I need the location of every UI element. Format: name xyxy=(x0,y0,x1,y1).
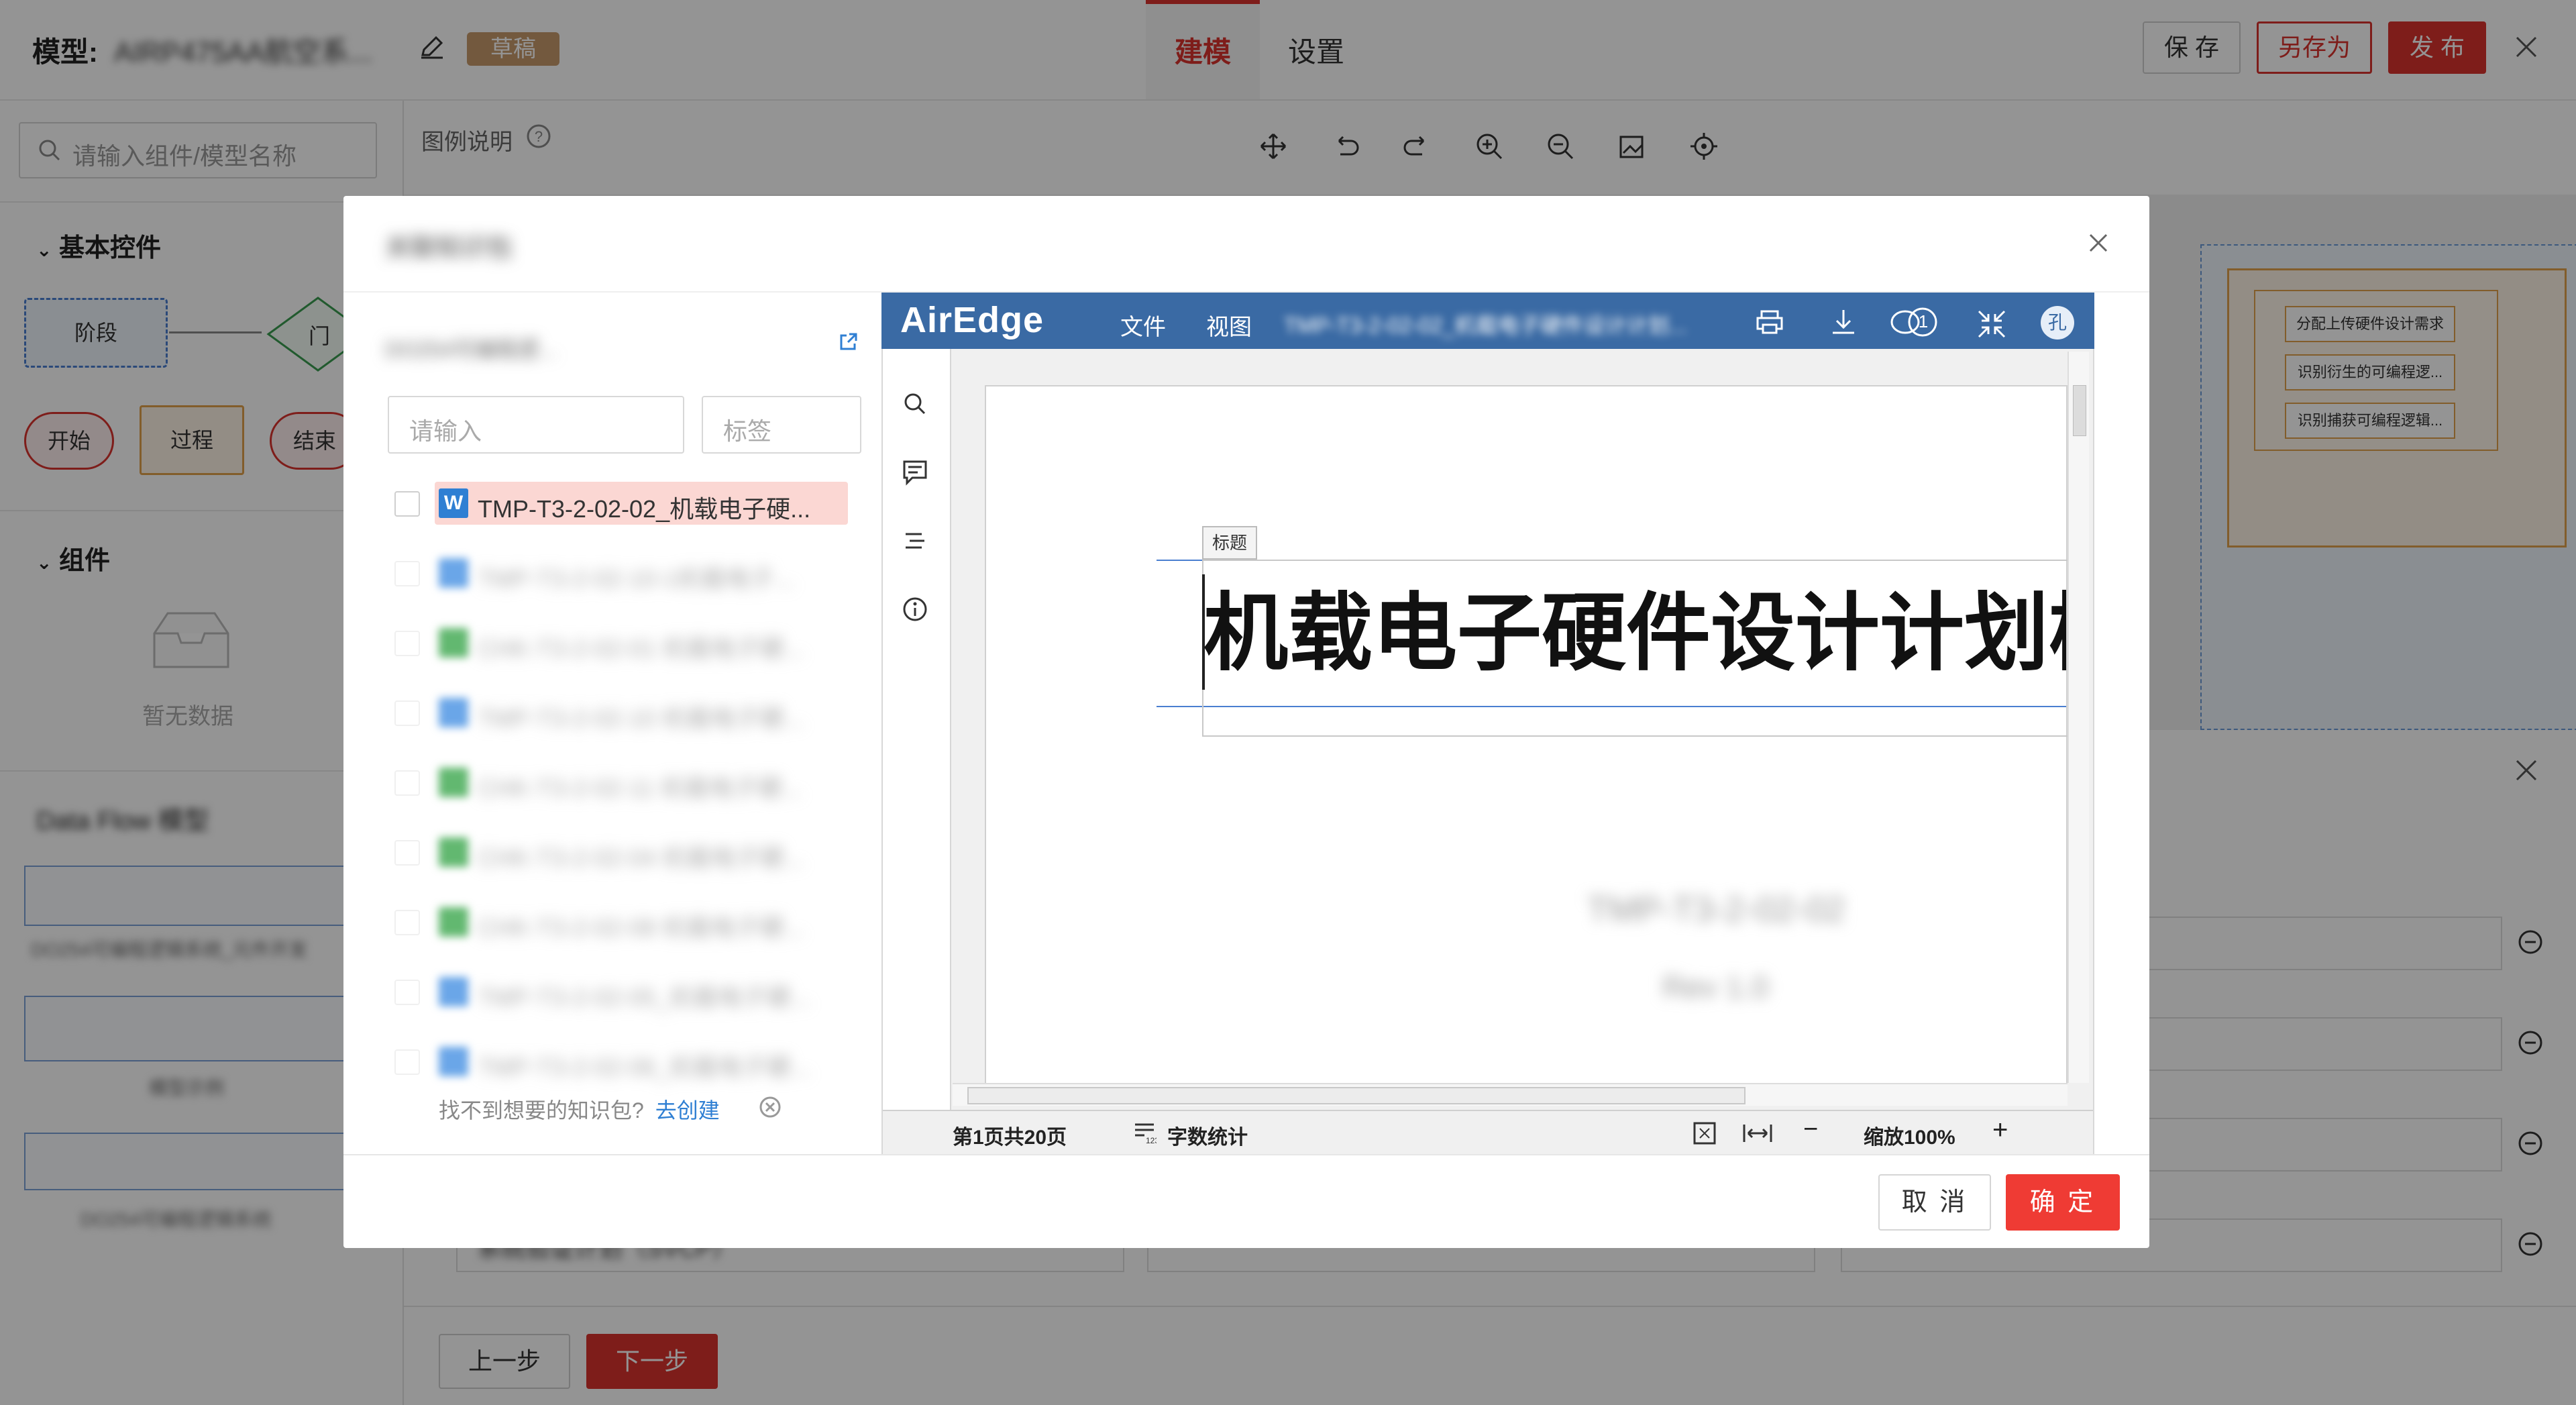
horizontal-scrollbar[interactable] xyxy=(953,1083,2068,1106)
excel-file-icon xyxy=(439,768,468,797)
cancel-button[interactable]: 取 消 xyxy=(1878,1174,1991,1231)
word-file-icon: W xyxy=(439,488,468,518)
zoom-in-button[interactable]: + xyxy=(1992,1115,2008,1145)
fit-page-icon[interactable] xyxy=(1692,1121,1717,1146)
tag-placeholder: 标签 xyxy=(723,417,772,445)
search-icon[interactable] xyxy=(902,391,928,417)
vertical-scrollbar[interactable] xyxy=(2068,352,2089,1083)
comment-icon[interactable] xyxy=(902,459,928,486)
svg-text:123: 123 xyxy=(1146,1136,1157,1145)
file-checkbox[interactable] xyxy=(394,561,420,586)
menu-file[interactable]: 文件 xyxy=(1120,309,1166,342)
search-placeholder: 请输入 xyxy=(409,417,482,445)
file-name: CHK-T3-2-02-04 机载电子硬... xyxy=(478,844,804,872)
list-item[interactable]: CHK-T3-2-02-11 机载电子硬... xyxy=(388,761,857,804)
file-checkbox[interactable] xyxy=(394,631,420,656)
file-checkbox[interactable] xyxy=(394,980,420,1005)
outline-icon[interactable] xyxy=(902,527,928,554)
file-name: TMP-T3-2-02-05_机载电子硬... xyxy=(478,984,811,1011)
scroll-thumb[interactable] xyxy=(967,1087,1746,1104)
list-item[interactable]: CHK-T3-2-02-01 机载电子硬... xyxy=(388,621,857,664)
list-item[interactable]: W TMP-T3-2-02-02_机载电子硬... xyxy=(388,482,857,525)
comment-count: 1 xyxy=(1918,311,1929,331)
file-checkbox[interactable] xyxy=(394,700,420,726)
file-checkbox[interactable] xyxy=(394,910,420,935)
document-code: TMP-T3-2-02-02 xyxy=(1587,890,1845,929)
file-checkbox[interactable] xyxy=(394,1049,420,1075)
menu-view[interactable]: 视图 xyxy=(1206,309,1252,342)
excel-file-icon xyxy=(439,837,468,867)
document-revision: Rev 1.0 xyxy=(1662,970,1769,1004)
scroll-thumb[interactable] xyxy=(2073,385,2086,436)
print-icon[interactable] xyxy=(1755,307,1784,337)
doc-heading-clip: 机载电子硬件设计计划模 xyxy=(1203,580,2066,687)
viewer-statusbar: 第1页共20页 123 字数统计 − 缩放100% + xyxy=(883,1110,2093,1154)
file-name: CHK-T3-2-02-11 机载电子硬... xyxy=(478,774,802,802)
file-name: TMP-T3-2-02-10 机载电子硬... xyxy=(478,705,804,732)
dialog-footer-divider xyxy=(343,1154,2149,1155)
file-name: CHK-T3-2-02-08 机载电子硬... xyxy=(478,914,804,941)
excel-file-icon xyxy=(439,628,468,658)
file-checkbox[interactable] xyxy=(394,491,420,517)
file-name: TMP-T3-2-02-02_机载电子硬... xyxy=(478,495,811,523)
document-heading: 机载电子硬件设计计划模 xyxy=(1203,584,2066,682)
list-item[interactable]: CHK-T3-2-02-08 机载电子硬... xyxy=(388,900,857,943)
word-file-icon xyxy=(439,977,468,1006)
excel-file-icon xyxy=(439,907,468,937)
knowledge-search-input[interactable]: 请输入 xyxy=(388,396,684,454)
word-count-button[interactable]: 字数统计 xyxy=(1167,1121,1248,1150)
collapse-icon[interactable] xyxy=(1975,307,2008,341)
not-found-text: 找不到想要的知识包? 去创建 xyxy=(439,1098,720,1123)
list-item[interactable]: TMP-T3-2-02-10-1机载电子... xyxy=(388,552,857,594)
word-count-icon[interactable]: 123 xyxy=(1132,1121,1157,1145)
create-link[interactable]: 去创建 xyxy=(655,1098,720,1123)
word-file-icon xyxy=(439,698,468,727)
list-item[interactable]: TMP-T3-2-02-06_机载电子硬... xyxy=(388,1040,857,1083)
list-item[interactable]: TMP-T3-2-02-10 机载电子硬... xyxy=(388,691,857,734)
open-external-icon[interactable] xyxy=(837,331,859,353)
file-name: TMP-T3-2-02-06_机载电子硬... xyxy=(478,1053,811,1081)
dialog-title: 关联知识包 xyxy=(385,234,513,262)
tag-filter-input[interactable]: 标签 xyxy=(702,396,861,454)
zoom-out-button[interactable]: − xyxy=(1803,1115,1818,1144)
file-checkbox[interactable] xyxy=(394,770,420,796)
confirm-button[interactable]: 确 定 xyxy=(2006,1174,2120,1231)
page-indicator: 第1页共20页 xyxy=(953,1127,1067,1149)
download-icon[interactable] xyxy=(1829,307,1858,337)
clear-icon[interactable] xyxy=(758,1095,782,1119)
comments-icon[interactable]: 1 xyxy=(1888,303,1941,341)
document-title: TMP-T3-2-02-02_机载电子硬件设计计划... xyxy=(1284,313,1687,337)
word-file-icon xyxy=(439,558,468,588)
file-name: CHK-T3-2-02-01 机载电子硬... xyxy=(478,635,804,662)
title-tag: 标题 xyxy=(1202,526,1257,560)
knowledge-package-select[interactable]: DO254可编程逻... xyxy=(385,333,557,364)
word-file-icon xyxy=(439,1047,468,1076)
user-avatar[interactable]: 孔 xyxy=(2041,306,2074,340)
close-icon[interactable] xyxy=(2082,227,2114,259)
list-item[interactable]: CHK-T3-2-02-04 机载电子硬... xyxy=(388,831,857,874)
file-checkbox[interactable] xyxy=(394,840,420,866)
zoom-level: 缩放100% xyxy=(1864,1127,1955,1149)
fit-width-icon[interactable] xyxy=(1741,1121,1774,1146)
file-name: TMP-T3-2-02-10-1机载电子... xyxy=(478,565,795,592)
info-icon[interactable] xyxy=(902,596,928,623)
brand-logo: AirEdge xyxy=(900,300,1044,340)
list-item[interactable]: TMP-T3-2-02-05_机载电子硬... xyxy=(388,970,857,1013)
